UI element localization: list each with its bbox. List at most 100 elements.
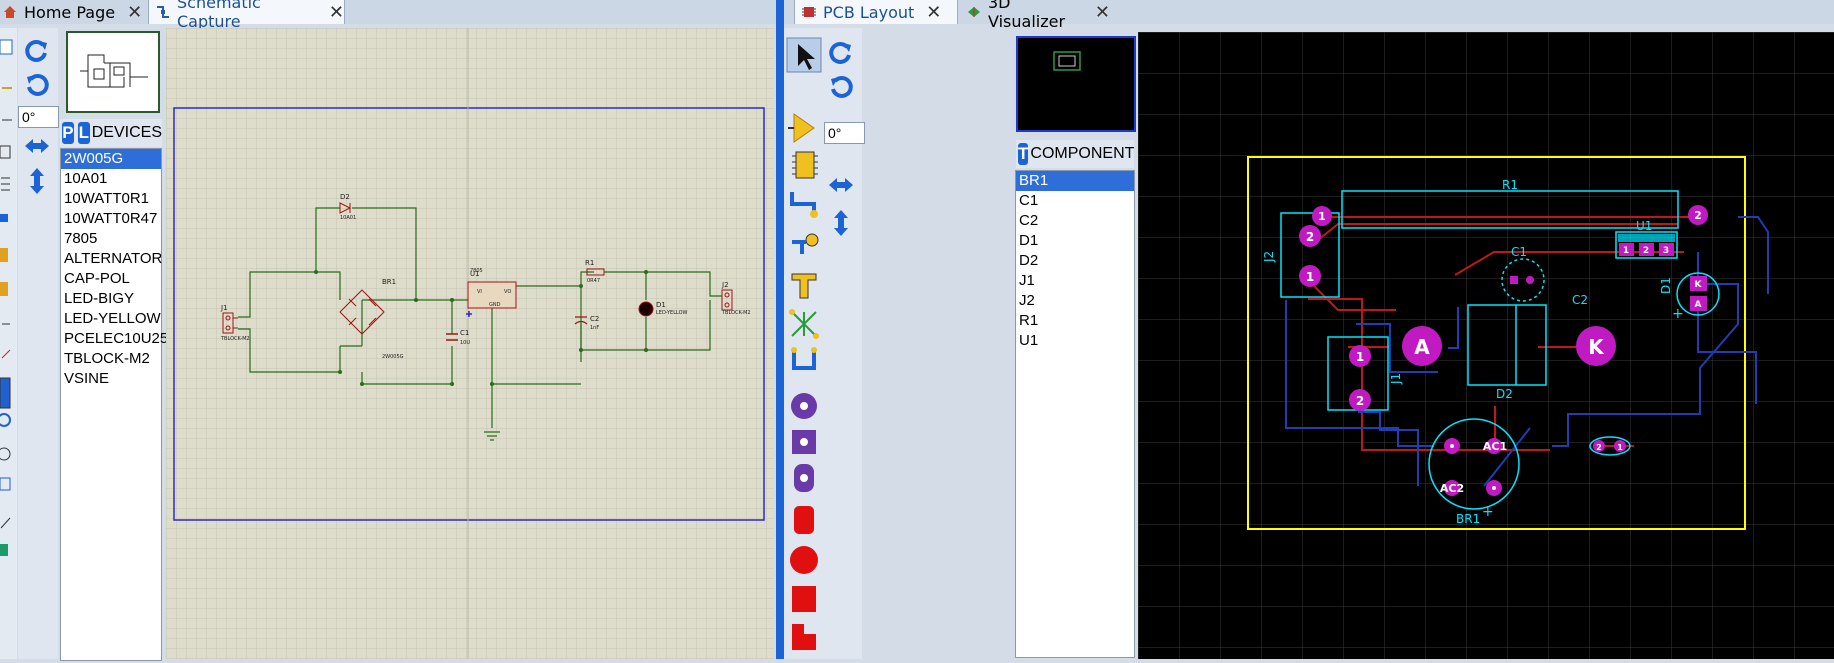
r1-value: 0R47 xyxy=(587,278,600,284)
pcb-mirror-x-button[interactable] xyxy=(826,170,856,200)
smt-square-pad-icon xyxy=(792,586,816,612)
component-list-item[interactable]: C2 xyxy=(1016,211,1134,231)
svg-text:A: A xyxy=(1414,335,1430,359)
library-button[interactable]: L xyxy=(77,122,90,144)
device-list-item[interactable]: 7805 xyxy=(61,229,161,249)
pcb-label-d1: D1 xyxy=(1659,277,1673,294)
mirror-y-button[interactable] xyxy=(22,166,52,196)
pcb-label-br1: BR1 xyxy=(1456,512,1480,526)
device-list-item[interactable]: LED-YELLOW xyxy=(61,309,161,329)
pcb-canvas[interactable]: R1 U1 J2 C1 C2 D1 J1 D2 BR1 + + 1 2 2 1 … xyxy=(1138,32,1834,659)
svg-text:AC1: AC1 xyxy=(1483,440,1507,453)
svg-text:2: 2 xyxy=(1643,246,1649,256)
track-icon xyxy=(790,192,818,218)
component-list[interactable]: BR1 C1 C2 D1 D2 J1 J2 R1 U1 xyxy=(1015,170,1135,658)
pcb-rotation-field[interactable]: 0° xyxy=(824,122,865,144)
component-list-item[interactable]: J1 xyxy=(1016,271,1134,291)
device-list[interactable]: 2W005G 10A01 10WATT0R1 10WATT0R47 7805 ALTERN… xyxy=(60,148,178,661)
component-placement-icon xyxy=(788,113,815,143)
pcb-tool-column: 0° xyxy=(784,28,865,663)
d2-value: 10A01 xyxy=(340,215,356,221)
device-list-item[interactable]: 10WATT0R1 xyxy=(61,189,161,209)
left-tab-bar: Home Page ✕ Schematic Capture ✕ xyxy=(0,0,776,31)
close-icon[interactable]: ✕ xyxy=(329,2,344,23)
dil-pad-icon xyxy=(794,464,814,492)
rotate-anticlockwise-icon xyxy=(831,75,853,98)
device-list-item[interactable]: LED-BIGY xyxy=(61,289,161,309)
pad-j2-1: 1 xyxy=(1299,265,1321,287)
u1-vi: VI xyxy=(477,289,482,295)
tab-pcb-layout[interactable]: PCB Layout ✕ xyxy=(794,0,958,24)
device-list-item[interactable]: ALTERNATOR xyxy=(61,249,162,269)
pick-components-button[interactable]: T xyxy=(1018,143,1029,165)
pick-devices-button[interactable]: P xyxy=(62,122,74,144)
pad-u1-2: 2 xyxy=(1639,243,1654,256)
rotate-anticlockwise-icon xyxy=(27,73,49,96)
via-icon xyxy=(792,233,819,254)
component-list-item[interactable]: U1 xyxy=(1016,331,1134,351)
overview-thumbnail xyxy=(80,54,148,88)
tab-home-page[interactable]: Home Page ✕ xyxy=(0,0,145,24)
right-tab-bar: PCB Layout ✕ 3D Visualizer ✕ xyxy=(784,0,1834,31)
pad-j2-2: 2 xyxy=(1299,225,1321,247)
mirror-x-button[interactable] xyxy=(22,131,52,161)
pcb-plus-d1: + xyxy=(1672,306,1684,322)
pad-br1-ac1: AC1 xyxy=(1483,438,1507,454)
undo-button[interactable] xyxy=(22,70,52,100)
close-icon[interactable]: ✕ xyxy=(926,2,941,23)
d1-value: LED-YELLOW xyxy=(656,310,688,316)
device-list-item[interactable]: TBLOCK-M2 xyxy=(61,349,161,369)
component-list-item[interactable]: D1 xyxy=(1016,231,1134,251)
tab-schematic-capture[interactable]: Schematic Capture ✕ xyxy=(148,0,345,31)
schematic-overview[interactable] xyxy=(66,31,160,113)
pad-br1-minus xyxy=(1444,438,1460,454)
svg-text:2: 2 xyxy=(1694,209,1702,222)
component-list-item[interactable]: BR1 xyxy=(1016,171,1134,191)
redo-button[interactable] xyxy=(22,36,52,66)
pcb-label-c1: C1 xyxy=(1511,245,1527,259)
r1-ref: R1 xyxy=(585,259,594,267)
device-list-item[interactable]: PCELEC10U25V xyxy=(61,329,178,349)
device-list-item[interactable]: CAP-POL xyxy=(61,269,161,289)
tab-3d-visualizer[interactable]: 3D Visualizer ✕ xyxy=(960,0,1110,31)
device-list-item[interactable]: 2W005G xyxy=(61,149,161,169)
close-icon[interactable]: ✕ xyxy=(127,2,142,23)
pcb-undo-button[interactable] xyxy=(826,72,856,102)
svg-text:2: 2 xyxy=(1596,443,1602,452)
pcb-chip-icon xyxy=(801,4,817,20)
visualizer-3d-icon xyxy=(966,4,982,20)
device-list-item[interactable]: VSINE xyxy=(61,369,161,389)
polygon-pad-icon xyxy=(792,624,816,650)
schematic-canvas[interactable]: J1 TBLOCK-M2 D2 10A01 BR1 2W005G U1 VI V… xyxy=(166,28,774,659)
pad-br1-ac2: AC2 xyxy=(1440,480,1464,496)
component-list-item[interactable]: J2 xyxy=(1016,291,1134,311)
rotation-field[interactable]: 0° xyxy=(18,106,59,128)
pad-r1-1: 1 xyxy=(1312,206,1332,226)
device-list-item[interactable]: 10WATT0R47 xyxy=(61,209,161,229)
pad-d2-a: A xyxy=(1402,326,1442,366)
svg-text:3: 3 xyxy=(1663,246,1669,256)
pad-u1-1: 1 xyxy=(1619,243,1634,256)
pcb-plus-br1: + xyxy=(1482,504,1494,520)
u1-vo: VO xyxy=(504,289,511,295)
close-icon[interactable]: ✕ xyxy=(1095,2,1110,23)
component-list-item[interactable]: R1 xyxy=(1016,311,1134,331)
smt-rounded-pad-icon xyxy=(794,506,814,534)
svg-text:K: K xyxy=(1695,280,1703,290)
arrow-left-right-icon xyxy=(829,178,853,192)
pcb-mirror-y-button[interactable] xyxy=(826,208,856,238)
rotate-clockwise-icon xyxy=(829,41,851,64)
pcb-redo-button[interactable] xyxy=(826,38,856,68)
d1-ref: D1 xyxy=(656,301,666,309)
pcb-overview[interactable] xyxy=(1016,36,1136,132)
c2-value: 1nF xyxy=(590,325,599,331)
window-splitter[interactable] xyxy=(776,0,784,659)
component-list-item[interactable]: D2 xyxy=(1016,251,1134,271)
schematic-icon xyxy=(155,4,171,20)
component-list-item[interactable]: C1 xyxy=(1016,191,1134,211)
pad-c2-1: 1 xyxy=(1614,440,1626,452)
components-title: COMPONENTS xyxy=(1030,145,1134,162)
svg-text:2: 2 xyxy=(1356,394,1364,408)
arrow-left-right-icon xyxy=(25,139,49,153)
device-list-item[interactable]: 10A01 xyxy=(61,169,161,189)
